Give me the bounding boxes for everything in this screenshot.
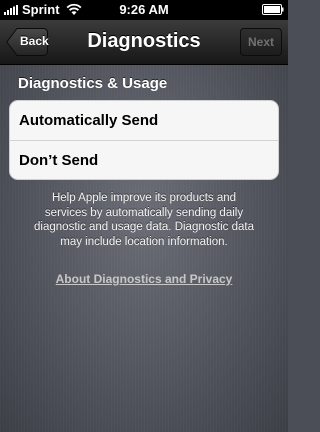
option-automatically-send[interactable]: Automatically Send (10, 101, 278, 141)
status-bar: Sprint 9:26 AM (0, 0, 288, 20)
content-area: Diagnostics & Usage Automatically Send D… (0, 65, 288, 432)
option-label: Don’t Send (19, 152, 99, 169)
battery-icon (262, 4, 284, 15)
option-label: Automatically Send (19, 112, 159, 129)
next-button-label: Next (247, 35, 274, 49)
option-dont-send[interactable]: Don’t Send (10, 141, 278, 179)
options-group: Automatically Send Don’t Send (9, 100, 279, 180)
section-header: Diagnostics & Usage (18, 75, 168, 92)
next-button[interactable]: Next (240, 28, 282, 56)
help-text: Help Apple improve its products and serv… (34, 192, 254, 248)
navigation-bar: Back Diagnostics Next (0, 20, 288, 65)
status-time: 9:26 AM (119, 2, 169, 17)
about-diagnostics-privacy-link[interactable]: About Diagnostics and Privacy (0, 272, 288, 286)
